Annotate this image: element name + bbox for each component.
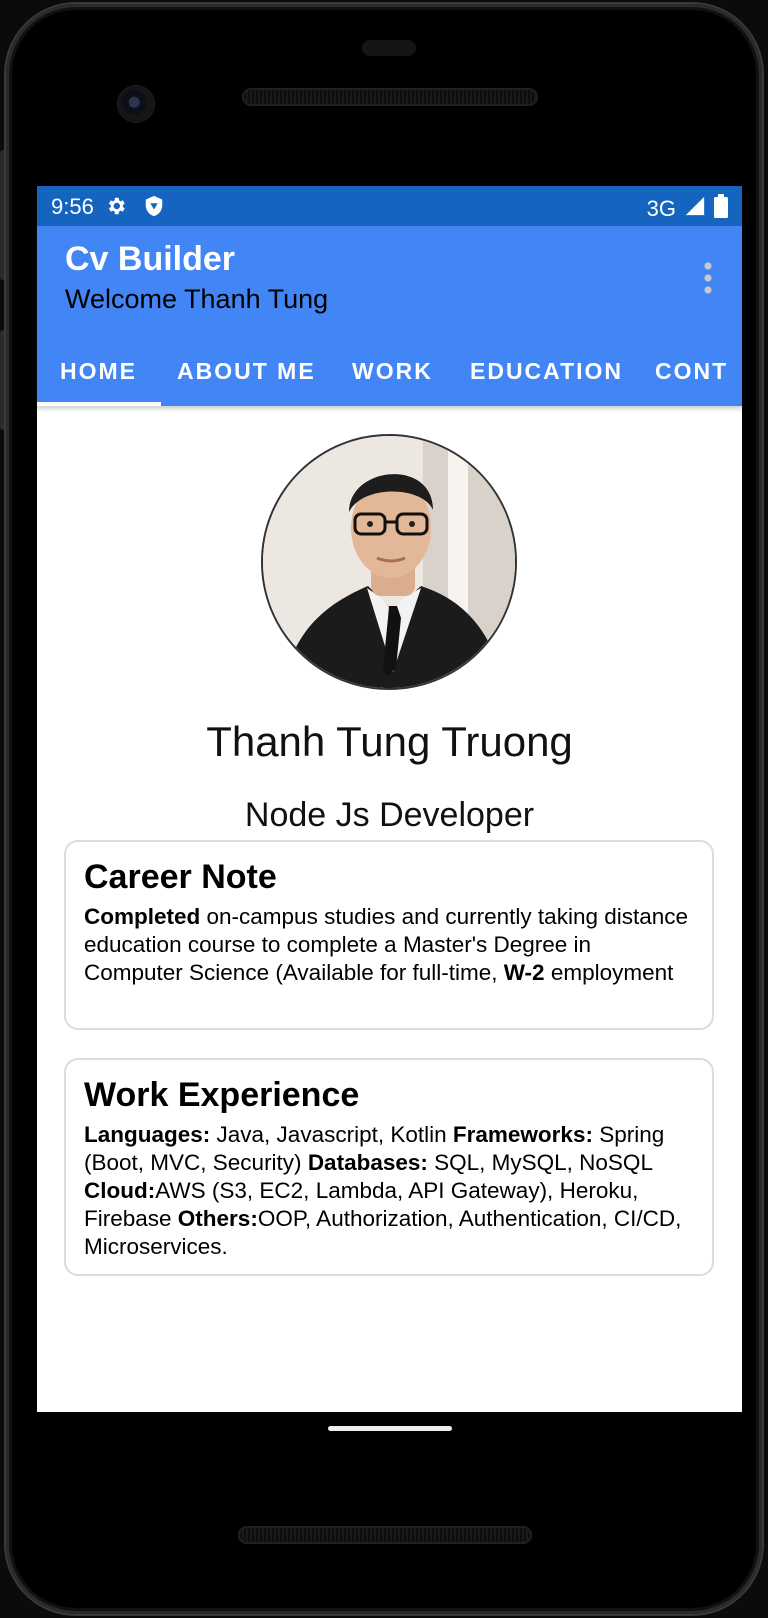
career-note-text: Completed on-campus studies and currentl… [84, 903, 694, 987]
profile-name: Thanh Tung Truong [206, 718, 573, 765]
career-note-card: Career Note Completed on-campus studies … [64, 840, 714, 1030]
tab-education[interactable]: EDUCATION [470, 336, 623, 406]
career-note-w2: W-2 [503, 960, 545, 985]
profile-photo [261, 434, 517, 690]
earpiece-speaker [242, 88, 538, 106]
frameworks-label: Frameworks: [452, 1122, 593, 1147]
tab-about-me[interactable]: ABOUT ME [177, 336, 316, 406]
bottom-speaker [238, 1526, 532, 1544]
app-title: Cv Builder [65, 240, 236, 278]
databases-label: Databases: [307, 1150, 428, 1175]
tab-home[interactable]: HOME [60, 336, 137, 406]
app-subtitle: Welcome Thanh Tung [65, 284, 329, 314]
more-vert-icon[interactable] [698, 260, 718, 296]
app-bar: Cv Builder Welcome Thanh Tung HOME ABOUT… [37, 226, 742, 406]
phone-device: 9:56 3G Cv Builder Welcome Thanh Tung HO… [0, 0, 768, 1618]
databases-value: SQL, MySQL, NoSQL [427, 1150, 653, 1175]
gear-icon [105, 195, 127, 223]
network-type: 3G [646, 196, 676, 221]
tab-bar: HOME ABOUT ME WORK EDUCATION CONT [37, 336, 742, 406]
tab-indicator [37, 402, 161, 406]
tab-work[interactable]: WORK [352, 336, 433, 406]
status-right: 3G [647, 194, 728, 224]
languages-value: Java, Javascript, Kotlin [210, 1122, 453, 1147]
work-experience-text: Languages: Java, Javascript, Kotlin Fram… [84, 1121, 694, 1261]
work-experience-card: Work Experience Languages: Java, Javascr… [64, 1058, 714, 1276]
tab-contact[interactable]: CONT [655, 336, 728, 406]
languages-label: Languages: [84, 1122, 211, 1147]
shield-icon [143, 195, 165, 223]
work-experience-heading: Work Experience [84, 1076, 360, 1114]
status-time: 9:56 [51, 194, 94, 219]
career-note-end: employment [544, 960, 674, 985]
battery-icon [714, 194, 728, 224]
others-label: Others: [177, 1206, 258, 1231]
gesture-nav-handle[interactable] [328, 1426, 452, 1431]
cell-signal-icon [684, 195, 706, 223]
career-note-heading: Career Note [84, 858, 277, 896]
cloud-label: Cloud: [84, 1178, 156, 1203]
status-bar: 9:56 3G [37, 186, 742, 226]
front-camera [118, 86, 154, 122]
career-note-bold: Completed [84, 904, 201, 929]
proximity-sensor [362, 40, 416, 56]
profile-role: Node Js Developer [244, 796, 535, 834]
app-screen: 9:56 3G Cv Builder Welcome Thanh Tung HO… [37, 186, 742, 1412]
